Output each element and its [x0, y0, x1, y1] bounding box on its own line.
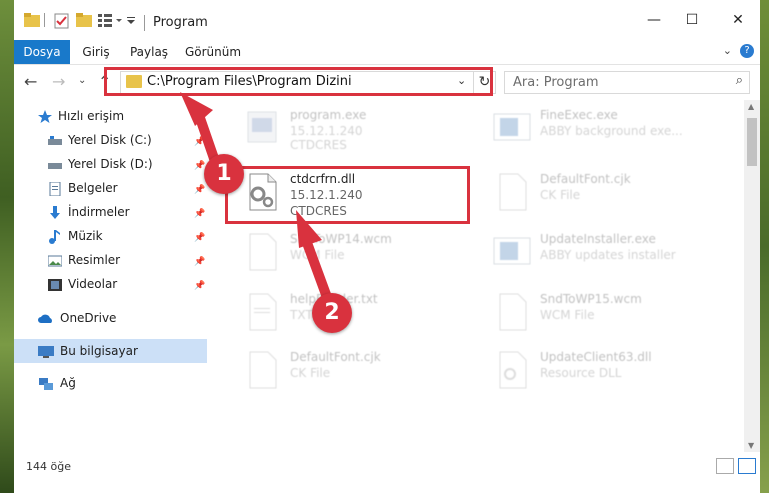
annotation-arrows — [180, 92, 333, 305]
arrow-head-icon — [296, 210, 322, 248]
step-callout-2: 2 — [312, 293, 352, 333]
arrow-head-icon — [180, 92, 213, 126]
step-callout-1: 1 — [204, 154, 244, 194]
